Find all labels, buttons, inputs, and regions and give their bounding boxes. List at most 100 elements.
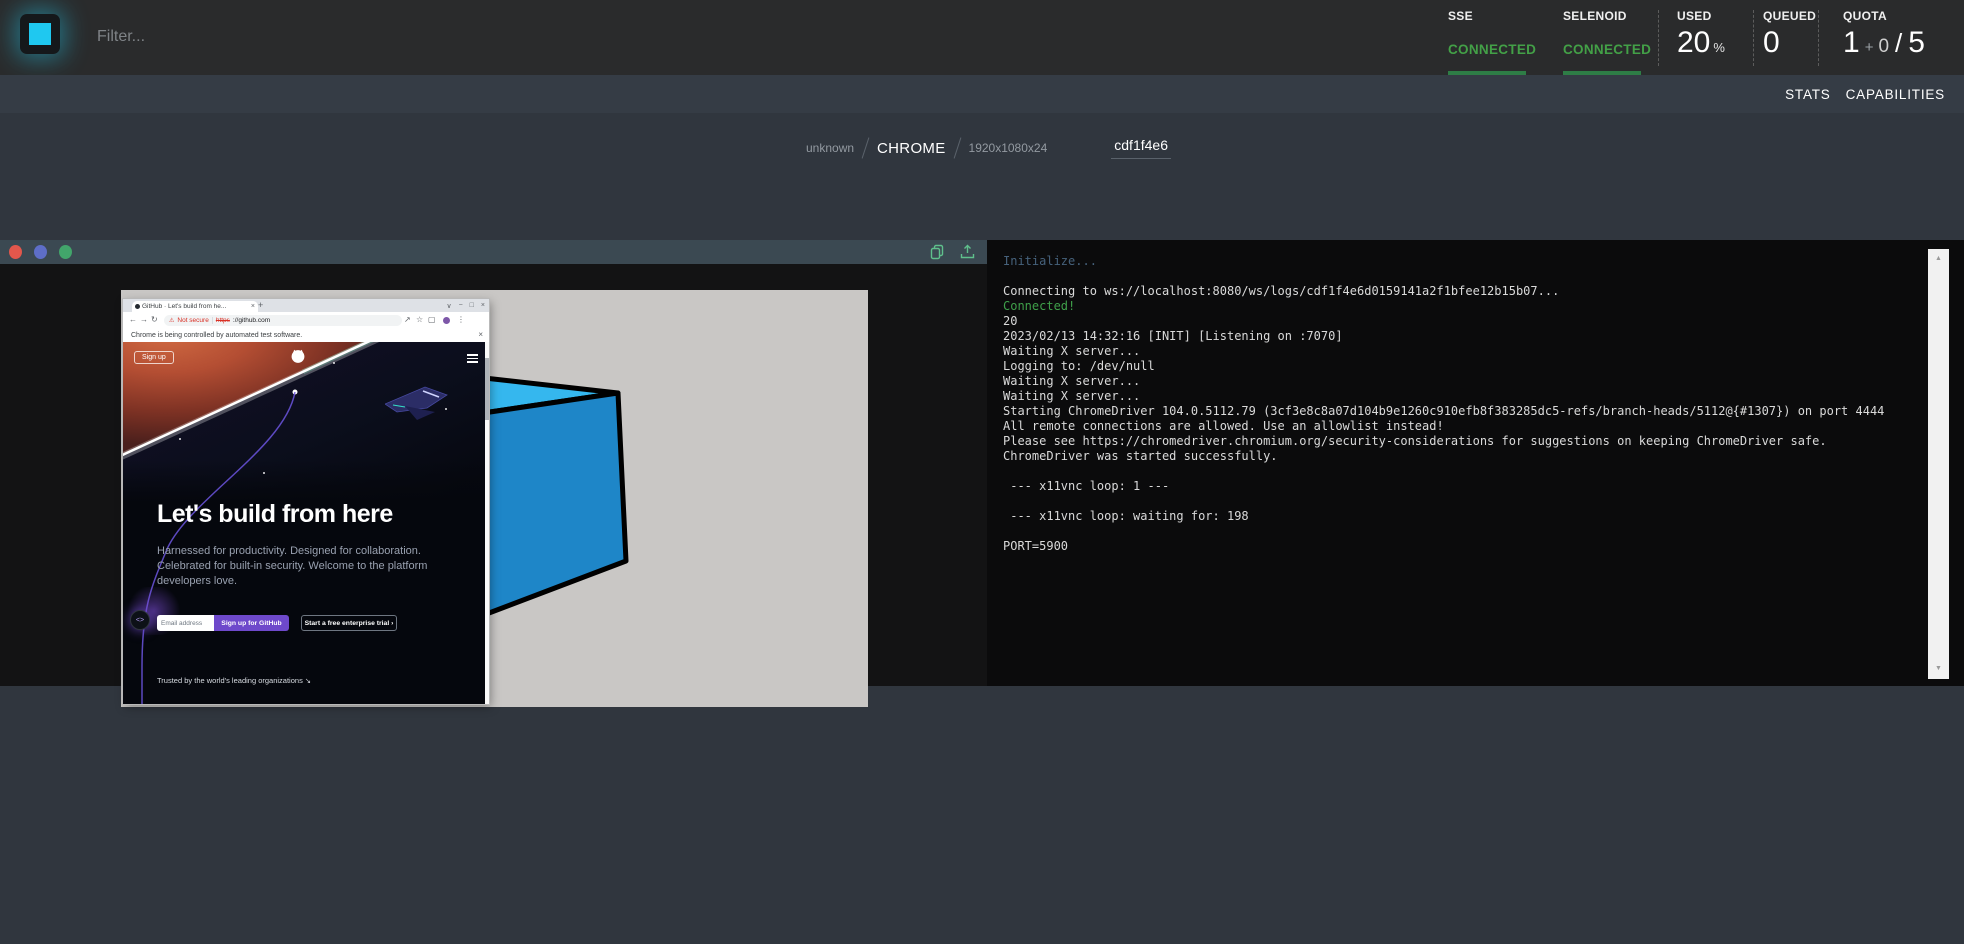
chrome-window-controls: ∨ − □ × — [446, 299, 485, 312]
log-line: All remote connections are allowed. Use … — [1003, 419, 1904, 434]
stat-separator — [1753, 10, 1754, 66]
session-owner: unknown — [806, 141, 854, 155]
chrome-minimize-icon[interactable]: − — [459, 302, 463, 309]
log-line: 20 — [1003, 314, 1904, 329]
chrome-maximize-icon[interactable]: □ — [470, 302, 474, 309]
forward-icon[interactable]: → — [140, 315, 148, 324]
log-line: 2023/02/13 14:32:16 [INIT] [Listening on… — [1003, 329, 1904, 344]
quota-current: 1 — [1843, 26, 1860, 60]
star-dot — [333, 362, 335, 364]
selenoid-ui-root: { "header": { "filter_placeholder": "Fil… — [0, 0, 1964, 944]
tab-close-icon[interactable]: × — [251, 303, 255, 310]
session-log-panel: Initialize... Connecting to ws://localho… — [987, 240, 1964, 686]
selenoid-logo-square — [29, 23, 51, 45]
page-scrollbar[interactable] — [485, 342, 489, 704]
log-lines: Initialize... Connecting to ws://localho… — [1003, 254, 1904, 554]
log-line: --- x11vnc loop: waiting for: 198 — [1003, 509, 1904, 524]
used-unit: % — [1713, 40, 1725, 55]
log-line: Starting ChromeDriver 104.0.5112.79 (3cf… — [1003, 404, 1904, 419]
nav-tabs: STATS CAPABILITIES — [1785, 75, 1945, 113]
log-line: ChromeDriver was started successfully. — [1003, 449, 1904, 464]
selenoid-value: CONNECTED — [1563, 42, 1651, 57]
enterprise-trial-button[interactable]: Start a free enterprise trial › — [301, 615, 397, 631]
selenoid-logo[interactable] — [20, 14, 60, 54]
window-close-button[interactable] — [9, 245, 22, 259]
github-heading: Let's build from here — [157, 500, 393, 529]
quota-pending: 0 — [1878, 36, 1889, 58]
github-favicon — [135, 304, 140, 309]
log-scrollbar[interactable]: ▲ ▼ — [1928, 249, 1949, 679]
quota-total: 5 — [1908, 26, 1925, 60]
log-line — [1003, 494, 1904, 509]
session-id-link[interactable]: cdf1f4e6 — [1111, 137, 1171, 159]
share-icon[interactable]: ↗ — [404, 315, 411, 324]
queued-value: 0 — [1763, 26, 1780, 60]
selenoid-status: SELENOID CONNECTED — [1563, 0, 1651, 75]
log-line — [1003, 269, 1904, 284]
chrome-tabstrip: GitHub · Let's build from he... × + ∨ − … — [123, 299, 489, 312]
url-text: ://github.com — [233, 317, 270, 324]
github-page: Sign up Let's build from here — [123, 342, 489, 704]
used-value: 20 — [1677, 26, 1710, 60]
not-secure-label: Not secure — [177, 317, 208, 324]
sse-status: SSE CONNECTED — [1448, 0, 1536, 75]
queued-status: QUEUED 0 — [1763, 0, 1816, 75]
trusted-caption: Trusted by the world's leading organizat… — [157, 676, 311, 685]
sse-value: CONNECTED — [1448, 42, 1536, 57]
quota-slash: / — [1895, 28, 1902, 59]
tab-title: GitHub · Let's build from he... — [142, 303, 249, 310]
scroll-up-icon[interactable]: ▲ — [1928, 251, 1949, 267]
chrome-close-icon[interactable]: × — [481, 302, 485, 309]
log-line: Please see https://chromedriver.chromium… — [1003, 434, 1904, 449]
log-line: Connected! — [1003, 299, 1904, 314]
queued-label: QUEUED — [1763, 9, 1816, 23]
tab-stats[interactable]: STATS — [1785, 87, 1831, 102]
log-line: --- x11vnc loop: 1 --- — [1003, 479, 1904, 494]
vnc-panel: GitHub · Let's build from he... × + ∨ − … — [0, 240, 987, 686]
github-subheading: Harnessed for productivity. Designed for… — [157, 544, 459, 589]
back-icon[interactable]: ← — [129, 315, 137, 324]
window-minimize-button[interactable] — [34, 245, 47, 259]
github-signup-button[interactable]: Sign up — [134, 351, 174, 364]
vnc-body: GitHub · Let's build from he... × + ∨ − … — [0, 264, 987, 686]
infobar-close-icon[interactable]: × — [478, 330, 483, 339]
address-bar[interactable]: ⚠ Not secure https ://github.com — [164, 315, 402, 326]
automation-infobar: Chrome is being controlled by automated … — [123, 328, 489, 343]
remote-chrome-window: GitHub · Let's build from he... × + ∨ − … — [123, 299, 489, 704]
nav-bar: STATS CAPABILITIES — [0, 75, 1964, 113]
https-struck-label: https — [216, 317, 230, 324]
upload-icon[interactable] — [960, 244, 975, 265]
page-scrollbar-thumb[interactable] — [485, 358, 489, 420]
scroll-down-icon[interactable]: ▼ — [1928, 661, 1949, 677]
log-line: Waiting X server... — [1003, 389, 1904, 404]
quota-label: QUOTA — [1843, 9, 1925, 23]
chrome-tab[interactable]: GitHub · Let's build from he... × — [132, 301, 258, 312]
tab-capabilities[interactable]: CAPABILITIES — [1846, 87, 1945, 102]
selenoid-label: SELENOID — [1563, 9, 1651, 23]
vnc-remote-screen[interactable]: GitHub · Let's build from he... × + ∨ − … — [121, 290, 868, 707]
used-label: USED — [1677, 9, 1725, 23]
copy-icon[interactable] — [930, 244, 945, 265]
window-maximize-button[interactable] — [59, 245, 72, 259]
log-line: Logging to: /dev/null — [1003, 359, 1904, 374]
log-line: Initialize... — [1003, 254, 1904, 269]
top-header-bar: SSE CONNECTED SELENOID CONNECTED USED 20… — [0, 0, 1964, 75]
chrome-menu-down-icon[interactable]: ∨ — [446, 302, 451, 310]
chrome-toolbar: ← → ↻ ⚠ Not secure https ://github.com ↗… — [123, 312, 489, 329]
more-menu-icon[interactable]: ⋮ — [457, 315, 465, 324]
email-field[interactable] — [157, 615, 214, 631]
filter-input[interactable] — [95, 18, 419, 56]
log-line — [1003, 524, 1904, 539]
log-line: Waiting X server... — [1003, 344, 1904, 359]
new-tab-button[interactable]: + — [258, 300, 263, 310]
profile-avatar[interactable] — [443, 317, 450, 324]
side-panel-icon[interactable]: ▢ — [428, 315, 436, 324]
log-line: PORT=5900 — [1003, 539, 1904, 554]
hamburger-menu-icon[interactable] — [467, 354, 478, 365]
reload-icon[interactable]: ↻ — [151, 315, 158, 324]
stat-separator — [1658, 10, 1659, 66]
stat-separator — [1818, 10, 1819, 66]
signup-for-github-button[interactable]: Sign up for GitHub — [214, 615, 289, 631]
star-icon[interactable]: ☆ — [416, 315, 423, 324]
sse-label: SSE — [1448, 9, 1536, 23]
